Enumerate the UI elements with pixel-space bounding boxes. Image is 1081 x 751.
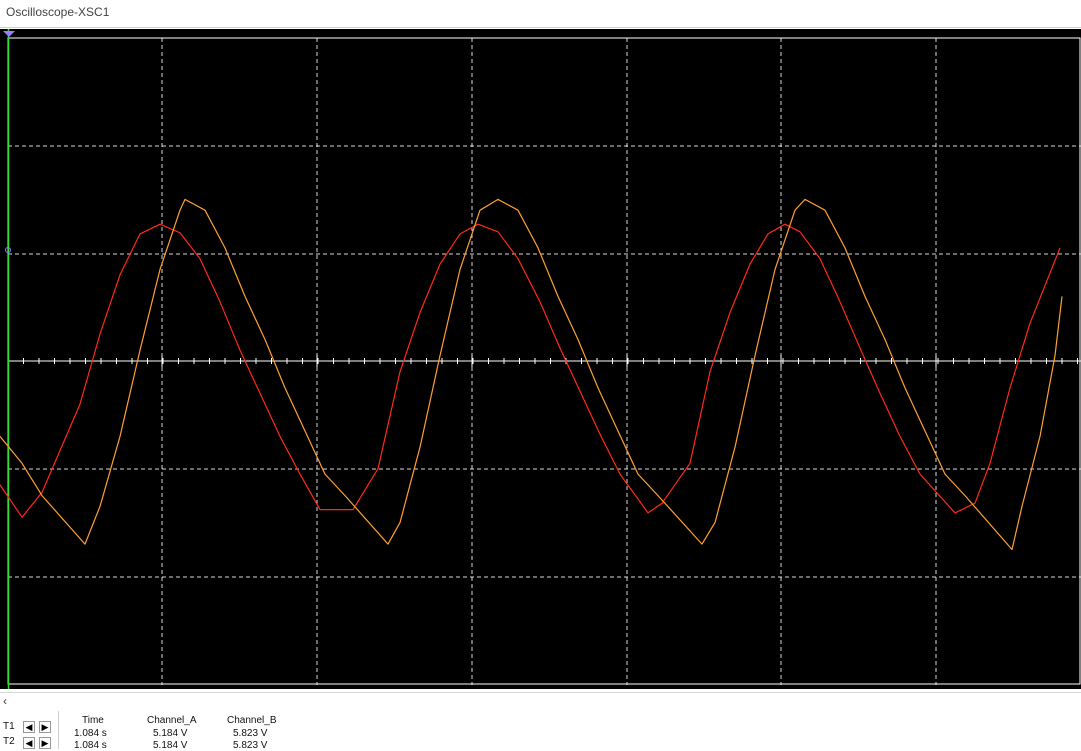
cursor-t1-marker	[3, 31, 15, 37]
horizontal-scrollbar[interactable]: ‹	[0, 692, 1081, 712]
readout-divider	[58, 711, 59, 749]
title-divider	[0, 27, 1081, 28]
t1-channel-b: 5.823 V	[233, 728, 268, 739]
scroll-left-icon[interactable]: ‹	[3, 693, 7, 710]
scope-plot	[0, 29, 1081, 689]
title-bar: Oscilloscope-XSC1	[0, 0, 1081, 26]
header-channel-b: Channel_B	[227, 715, 277, 726]
header-time: Time	[82, 715, 104, 726]
window-title: Oscilloscope-XSC1	[6, 5, 110, 19]
t2-time: 1.084 s	[74, 740, 107, 751]
t1-time: 1.084 s	[74, 728, 107, 739]
cursor-t2-label: T2	[3, 736, 15, 747]
t2-channel-a: 5.184 V	[153, 740, 188, 751]
trace-channel-b	[0, 198, 1063, 551]
t2-channel-b: 5.823 V	[233, 740, 268, 751]
header-channel-a: Channel_A	[147, 715, 197, 726]
trace-channel-a	[0, 223, 1061, 518]
t1-arrow-right-icon[interactable]: ▶	[39, 721, 51, 733]
t2-arrow-left-icon[interactable]: ◀	[23, 737, 35, 749]
t2-arrow-right-icon[interactable]: ▶	[39, 737, 51, 749]
cursor-t1-label: T1	[3, 721, 15, 732]
cursor-readout-panel: Time Channel_A Channel_B T1 ◀ ▶ 1.084 s …	[0, 711, 1081, 751]
t1-channel-a: 5.184 V	[153, 728, 188, 739]
oscilloscope-screen[interactable]	[0, 29, 1081, 689]
t1-arrow-left-icon[interactable]: ◀	[23, 721, 35, 733]
